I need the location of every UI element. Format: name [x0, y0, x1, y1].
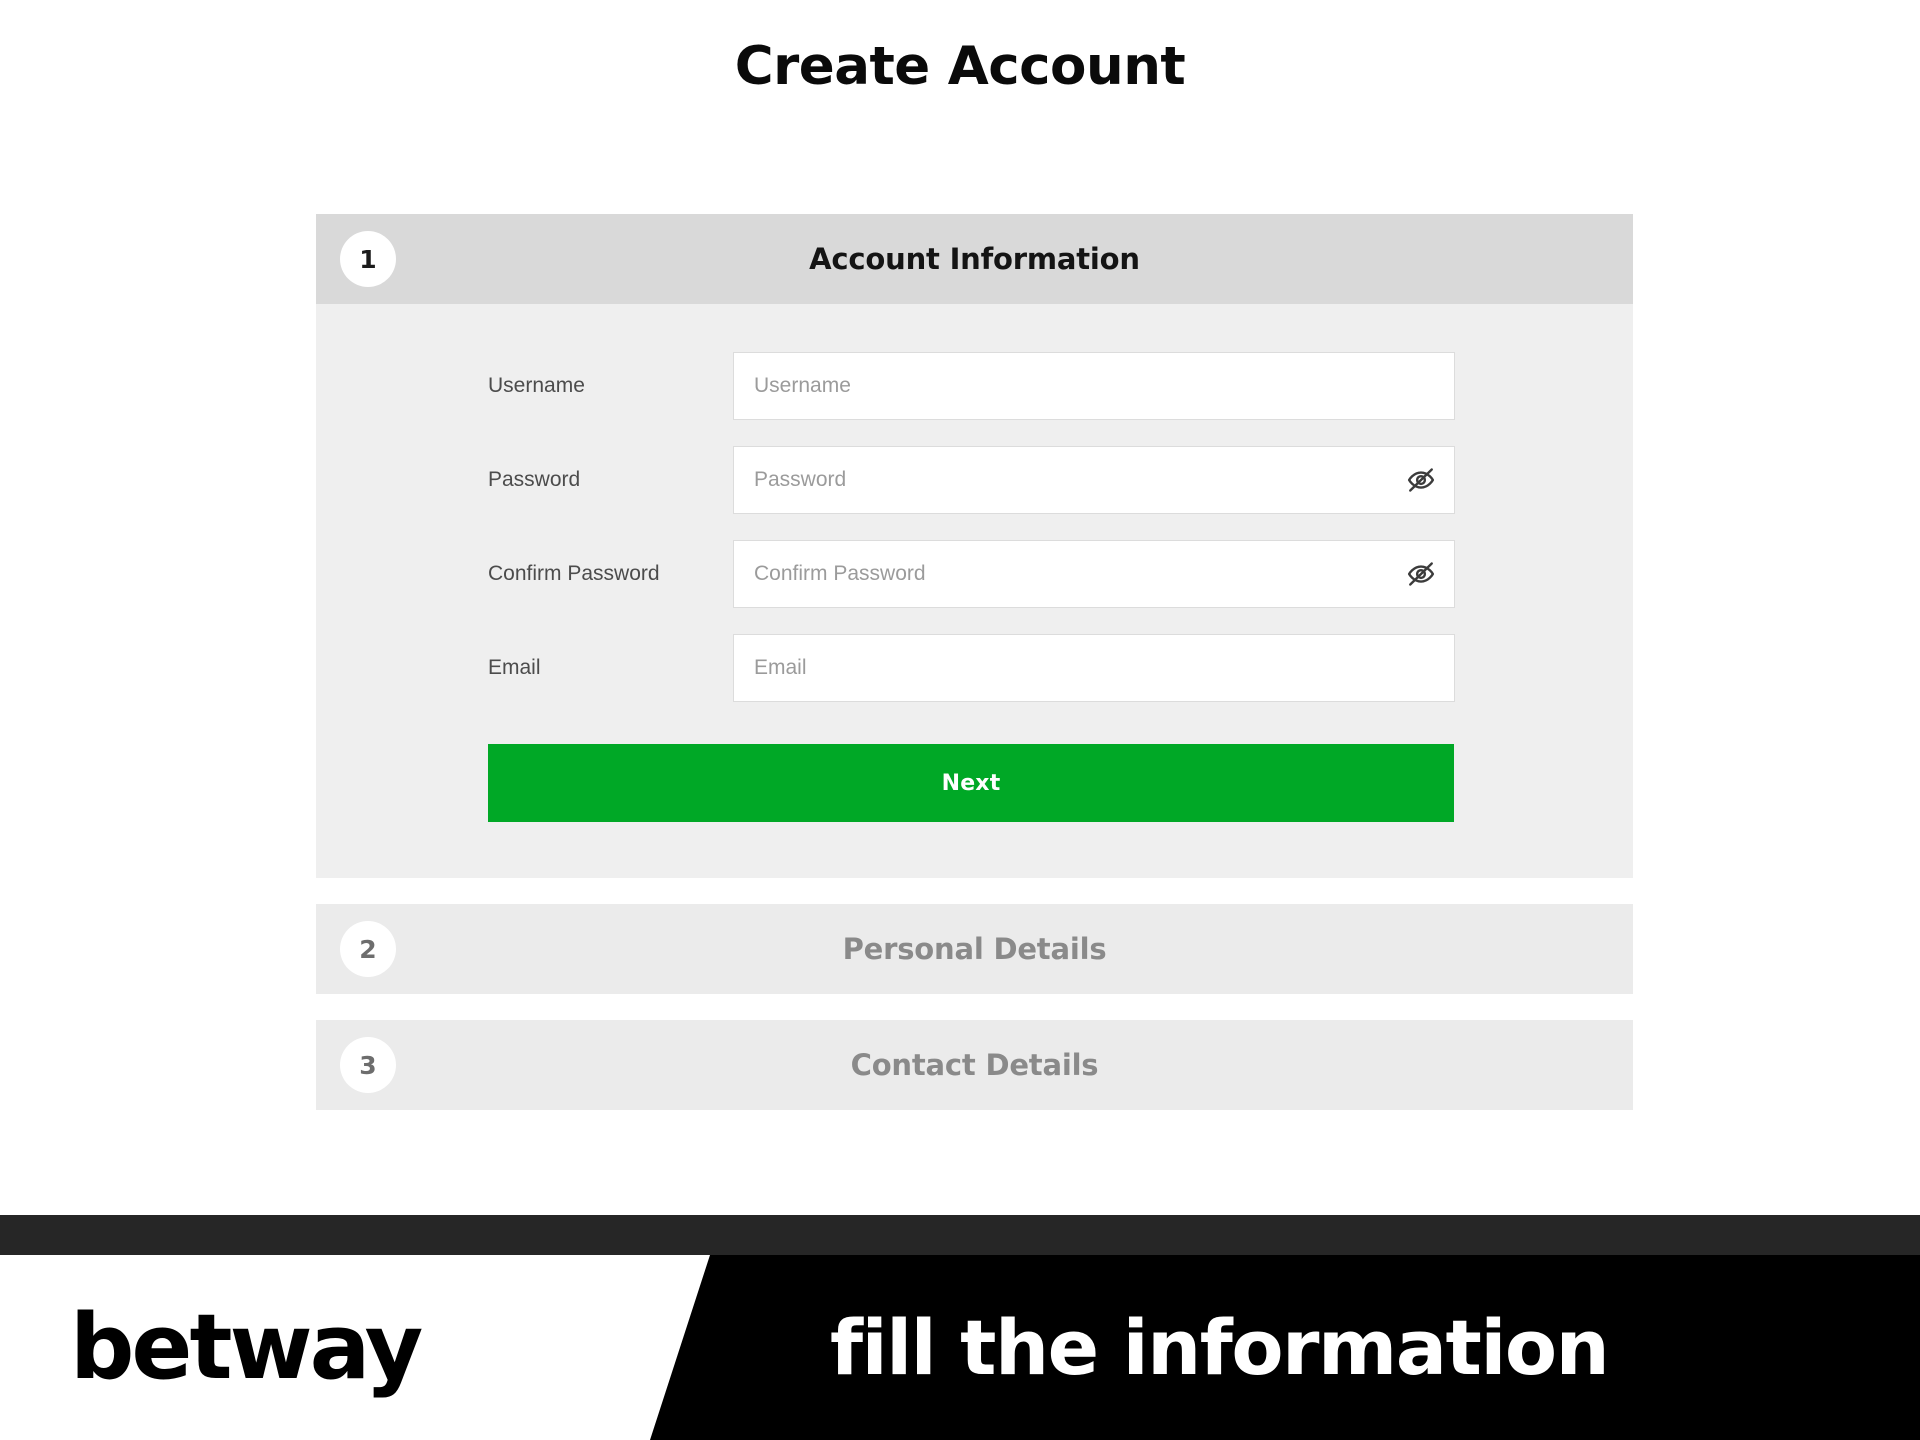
banner-top-strip	[0, 1215, 1920, 1255]
label-confirm-password: Confirm Password	[488, 562, 660, 585]
betway-logo: betway	[70, 1294, 423, 1400]
step-title-contact-details: Contact Details	[850, 1048, 1099, 1082]
step-badge-2: 2	[340, 921, 396, 977]
label-username: Username	[488, 374, 585, 397]
bottom-banner: betway fill the information	[0, 1215, 1920, 1440]
eye-off-icon-password[interactable]	[1405, 464, 1437, 496]
create-account-page: Create Account 1 Account Information Use…	[0, 0, 1920, 1440]
field-row-password: Password	[316, 446, 1633, 514]
submit-row: Next	[316, 728, 1633, 822]
step-badge-1: 1	[340, 231, 396, 287]
label-password: Password	[488, 468, 581, 491]
field-row-username: Username	[316, 352, 1633, 420]
username-input[interactable]	[733, 352, 1455, 420]
password-input[interactable]	[733, 446, 1455, 514]
input-wrap-email	[733, 634, 1455, 702]
step-header-account-information[interactable]: 1 Account Information	[316, 214, 1633, 304]
next-button[interactable]: Next	[488, 744, 1454, 822]
field-row-email: Email	[316, 634, 1633, 702]
input-wrap-password	[733, 446, 1455, 514]
accordion-gap-1	[316, 878, 1633, 904]
input-wrap-username	[733, 352, 1455, 420]
label-email: Email	[488, 656, 541, 679]
step-header-contact-details[interactable]: 3 Contact Details	[316, 1020, 1633, 1110]
banner-caption: fill the information	[830, 1302, 1610, 1392]
eye-off-icon-confirm-password[interactable]	[1405, 558, 1437, 590]
step-header-personal-details[interactable]: 2 Personal Details	[316, 904, 1633, 994]
input-wrap-confirm-password	[733, 540, 1455, 608]
email-input[interactable]	[733, 634, 1455, 702]
step-body-account-information: Username Password	[316, 304, 1633, 878]
step-title-personal-details: Personal Details	[842, 932, 1107, 966]
confirm-password-input[interactable]	[733, 540, 1455, 608]
step-title-account-information: Account Information	[809, 242, 1140, 276]
page-title: Create Account	[734, 36, 1186, 97]
step-badge-3: 3	[340, 1037, 396, 1093]
banner-main: betway fill the information	[0, 1255, 1920, 1440]
accordion-gap-2	[316, 994, 1633, 1020]
registration-accordion: 1 Account Information Username Password	[316, 214, 1633, 1110]
field-row-confirm-password: Confirm Password	[316, 540, 1633, 608]
